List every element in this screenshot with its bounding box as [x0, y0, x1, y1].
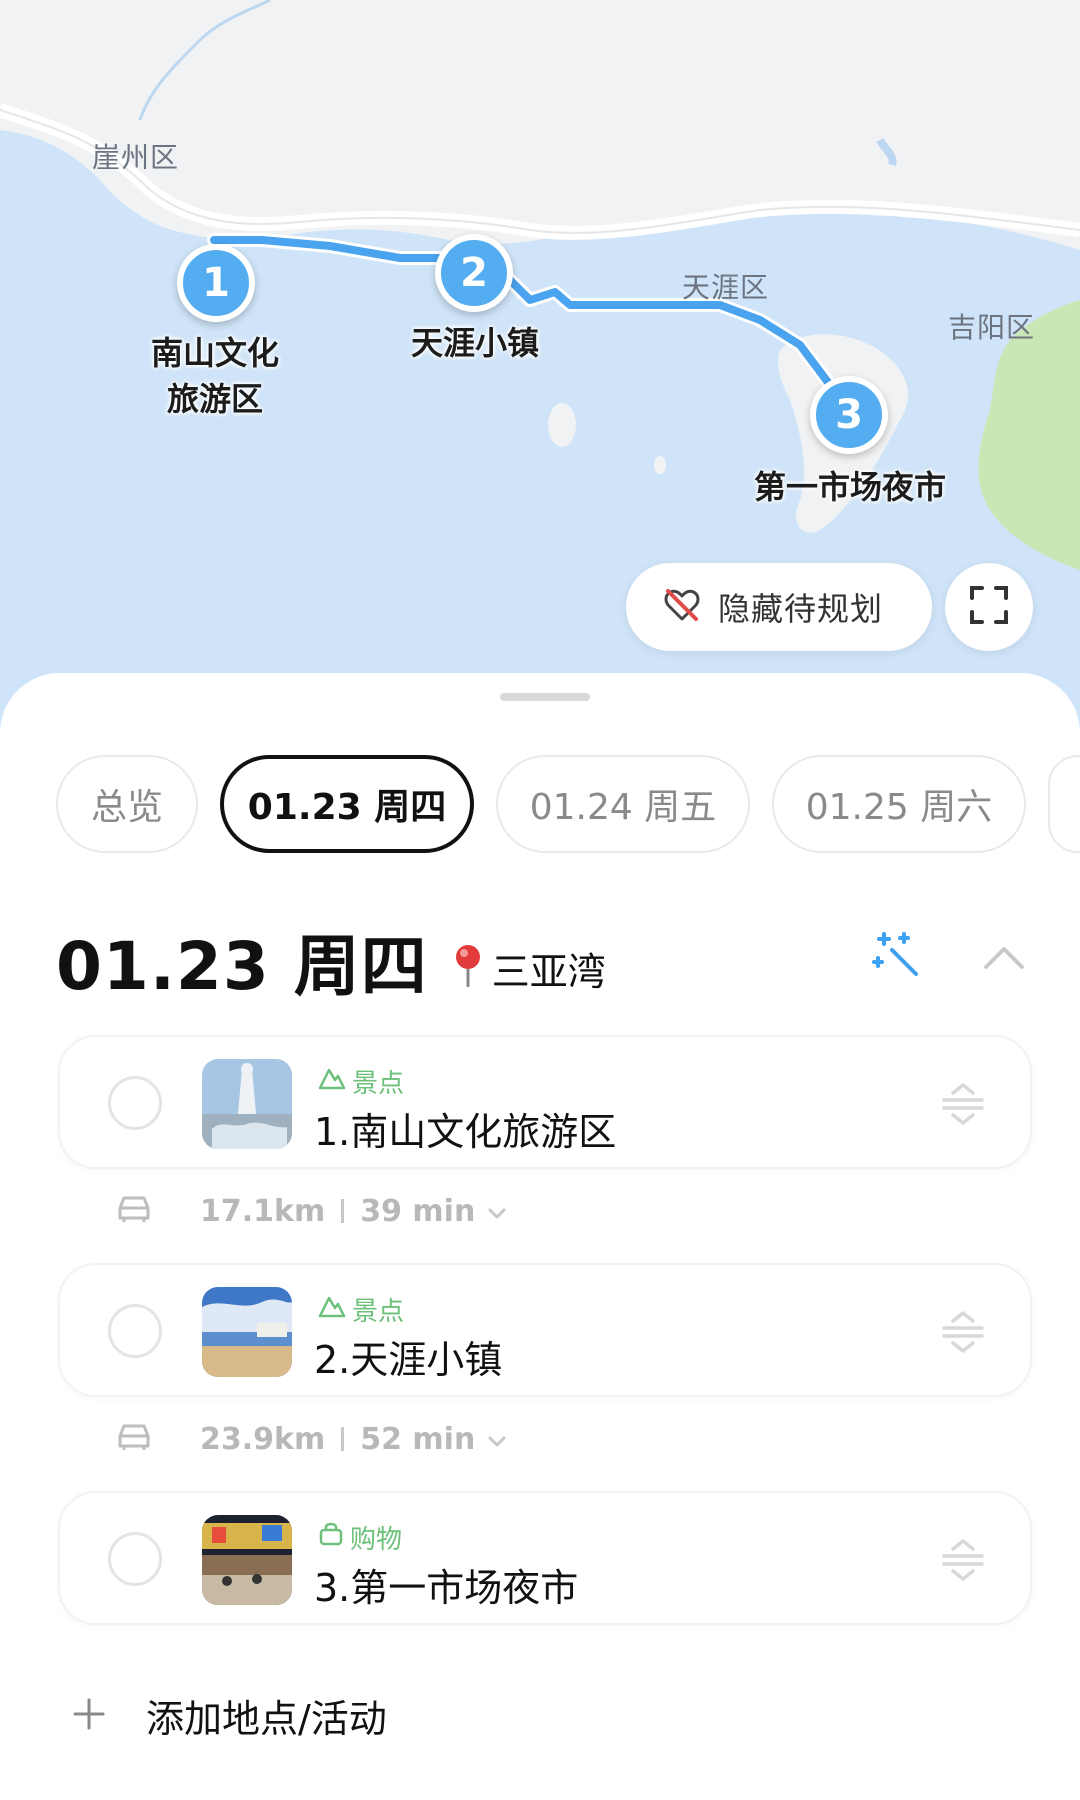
reorder-handle[interactable]: [938, 1079, 988, 1129]
stop-category: 景点: [318, 1291, 404, 1328]
tab-day-0125[interactable]: 01.25 周六: [772, 755, 1026, 853]
leg-distance: 17.1km: [200, 1193, 326, 1229]
day-title: 01.23 周四: [56, 928, 428, 1005]
leg-duration: 52 min: [360, 1421, 476, 1457]
tab-overview[interactable]: 总览: [56, 755, 198, 853]
pin-number: 1: [202, 260, 230, 306]
mountain-icon: [318, 1066, 346, 1097]
chevron-down-icon: [487, 1422, 507, 1457]
map-pin-label-2: 天涯小镇: [410, 324, 539, 362]
heart-off-icon: [662, 585, 702, 629]
stop-category: 景点: [318, 1063, 404, 1100]
chevron-up-icon: [976, 947, 1032, 991]
stop-thumbnail: [202, 1287, 292, 1377]
add-place-label: 添加地点/活动: [146, 1697, 387, 1741]
hide-unplanned-button[interactable]: 隐藏待规划: [626, 563, 932, 651]
car-icon: [116, 1422, 152, 1456]
district-label-tianya: 天涯区: [682, 271, 770, 304]
stop-name: 2.天涯小镇: [314, 1338, 503, 1382]
map-pin-label-1: 南山文化 旅游区: [150, 334, 279, 418]
tab-more[interactable]: [1048, 755, 1080, 853]
leg-duration: 39 min: [360, 1193, 476, 1229]
stop-thumbnail: [202, 1515, 292, 1605]
location-pin-icon: [450, 943, 486, 993]
hide-unplanned-label: 隐藏待规划: [718, 590, 884, 628]
district-label-jiyang: 吉阳区: [948, 311, 1036, 344]
reorder-icon: [938, 1083, 988, 1133]
reorder-handle[interactable]: [938, 1307, 988, 1357]
magic-wand-button[interactable]: [870, 928, 926, 984]
pin-number: 2: [460, 250, 488, 296]
separator: [341, 1427, 345, 1451]
reorder-icon: [938, 1539, 988, 1589]
stop-name: 3.第一市场夜市: [314, 1566, 579, 1610]
chevron-down-icon: [487, 1194, 507, 1229]
magic-wand-icon: [870, 932, 926, 988]
stop-thumbnail: [202, 1059, 292, 1149]
map-pin-1[interactable]: 1: [177, 244, 255, 322]
location-name: 三亚湾: [491, 949, 606, 994]
map-view[interactable]: 崖州区 天涯区 吉阳区 1 2 3 南山文化 旅游区 天涯小镇 第一市场夜市 隐…: [0, 0, 1080, 760]
category-label: 景点: [352, 1297, 405, 1327]
itinerary-sheet: 总览 01.23 周四 01.24 周五 01.25 周六 01.23 周四 三…: [0, 673, 1080, 1800]
category-label: 购物: [350, 1525, 403, 1555]
stop-card-2[interactable]: 景点 2.天涯小镇: [58, 1263, 1032, 1397]
leg-distance: 23.9km: [200, 1421, 326, 1457]
day-header: 01.23 周四 三亚湾: [56, 913, 606, 1009]
car-icon: [116, 1194, 152, 1228]
reorder-icon: [938, 1311, 988, 1361]
category-label: 景点: [352, 1069, 405, 1099]
travel-leg-1[interactable]: 17.1km 39 min: [116, 1191, 507, 1231]
sheet-drag-handle[interactable]: [500, 693, 590, 701]
stop-category: 购物: [318, 1519, 402, 1556]
tab-day-0124[interactable]: 01.24 周五: [496, 755, 750, 853]
stop-checkbox[interactable]: [108, 1304, 162, 1358]
stop-card-3[interactable]: 购物 3.第一市场夜市: [58, 1491, 1032, 1625]
stop-name: 1.南山文化旅游区: [314, 1110, 617, 1154]
fullscreen-button[interactable]: [945, 563, 1033, 651]
pin-number: 3: [835, 392, 863, 438]
tab-day-0123[interactable]: 01.23 周四: [220, 755, 474, 853]
stop-card-1[interactable]: 景点 1.南山文化旅游区: [58, 1035, 1032, 1169]
fullscreen-icon: [968, 584, 1010, 630]
day-tabs: 总览 01.23 周四 01.24 周五 01.25 周六: [56, 755, 1080, 853]
stop-checkbox[interactable]: [108, 1076, 162, 1130]
map-pin-3[interactable]: 3: [810, 376, 888, 454]
plus-icon: [72, 1697, 106, 1735]
map-pin-2[interactable]: 2: [435, 234, 513, 312]
add-place-button[interactable]: 添加地点/活动: [72, 1688, 387, 1743]
mountain-icon: [318, 1294, 346, 1325]
stop-checkbox[interactable]: [108, 1532, 162, 1586]
day-location: 三亚湾: [450, 941, 606, 996]
separator: [341, 1199, 345, 1223]
travel-leg-2[interactable]: 23.9km 52 min: [116, 1419, 507, 1459]
map-pin-label-3: 第一市场夜市: [753, 468, 946, 506]
district-label-yazhou: 崖州区: [92, 141, 180, 174]
shopping-bag-icon: [318, 1521, 344, 1554]
reorder-handle[interactable]: [938, 1535, 988, 1585]
collapse-button[interactable]: [976, 931, 1032, 987]
